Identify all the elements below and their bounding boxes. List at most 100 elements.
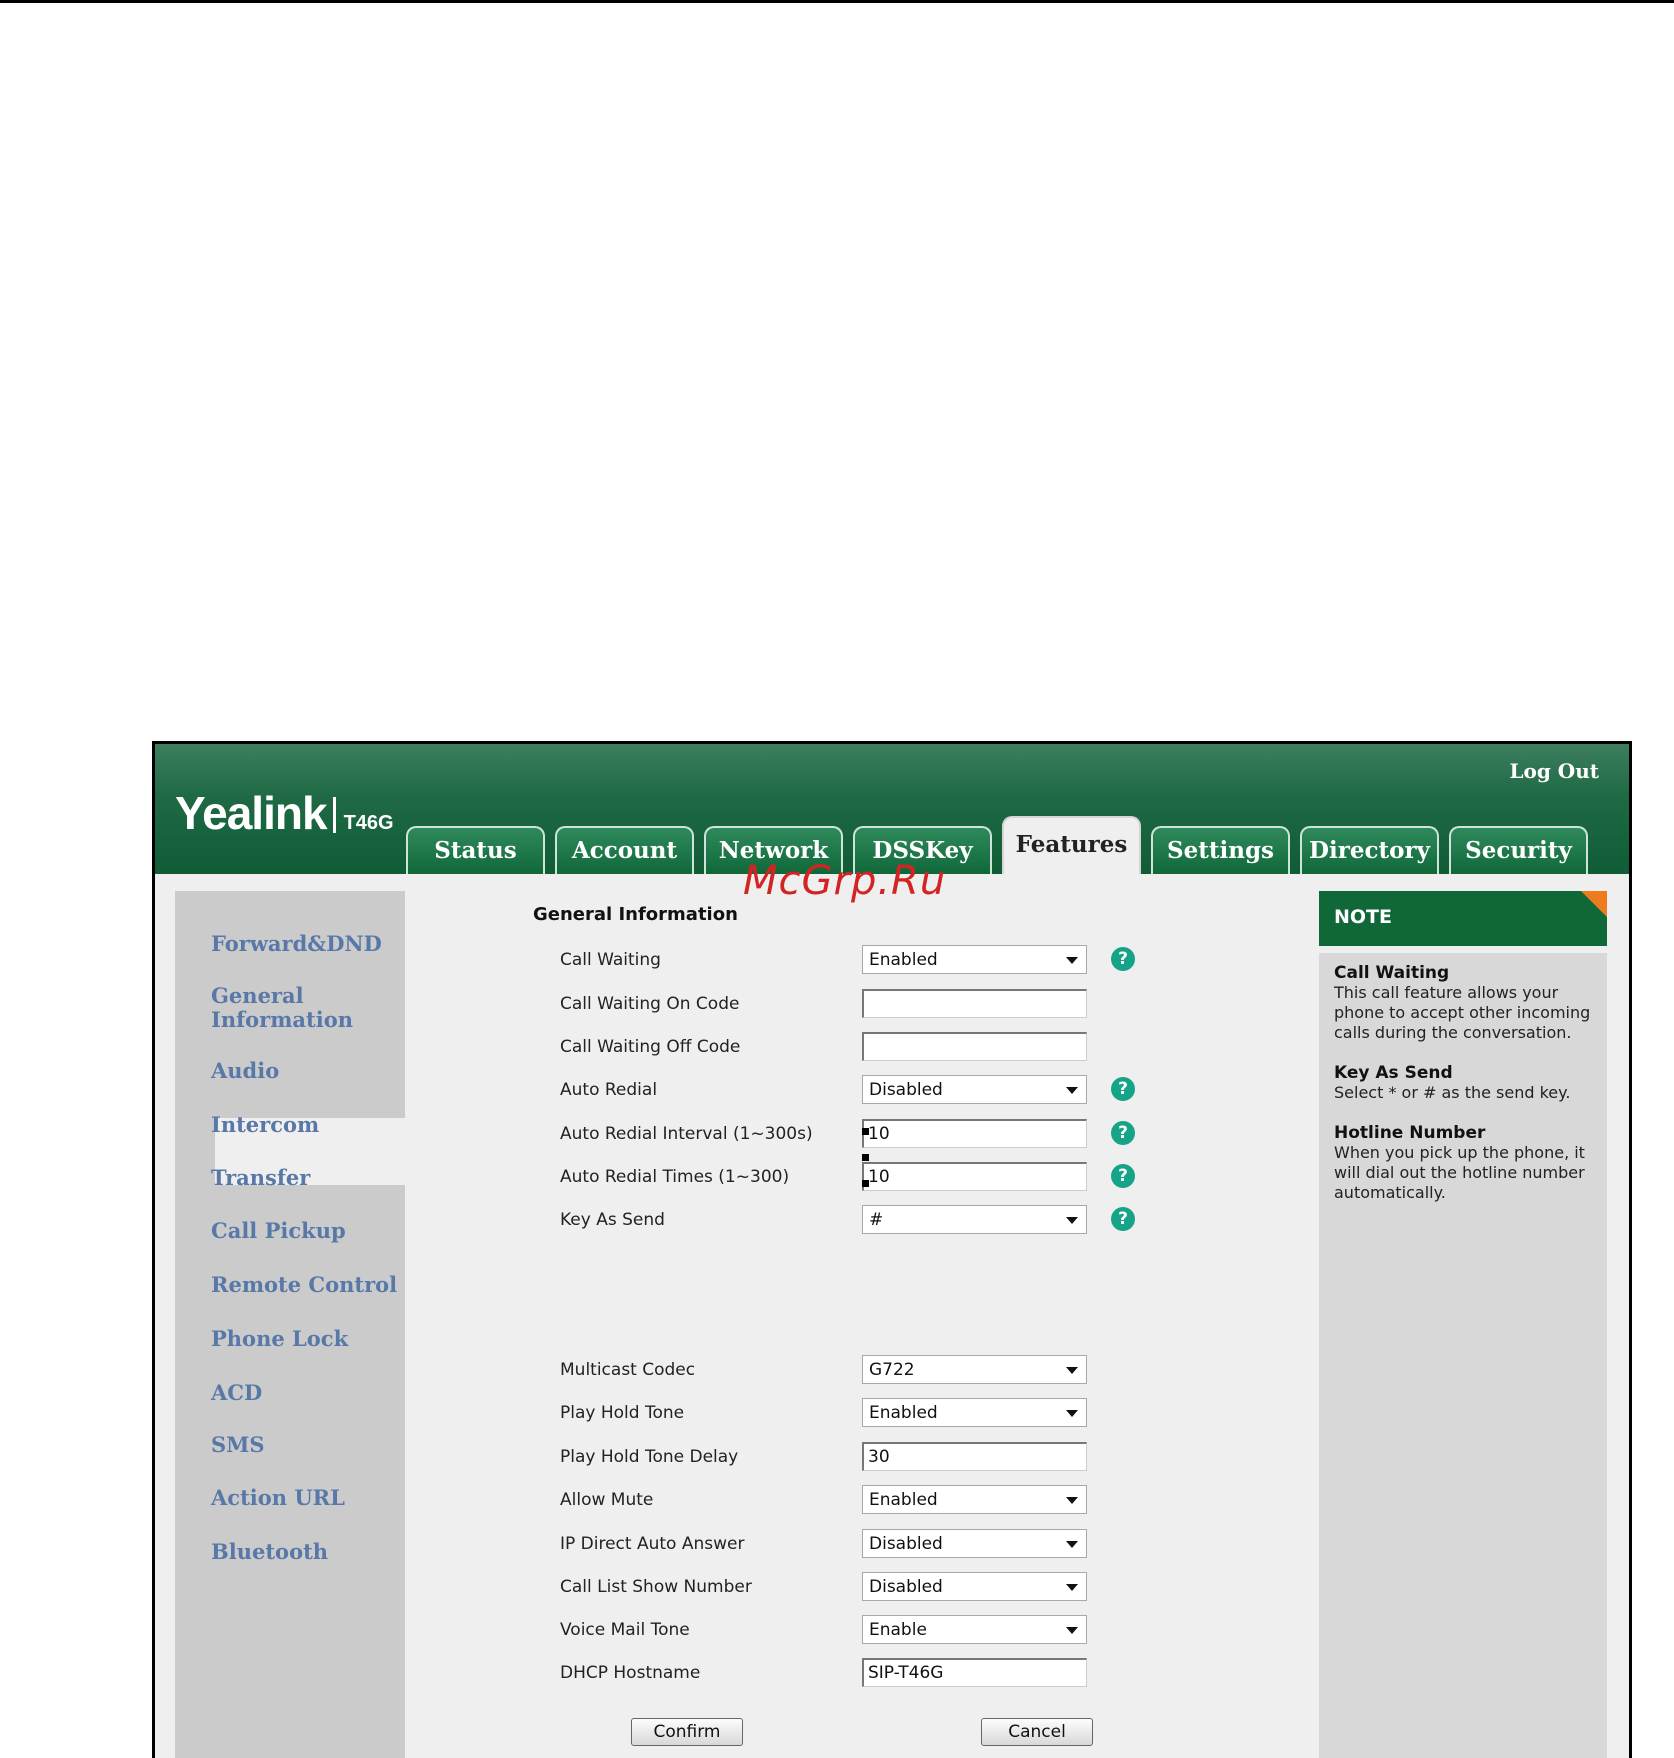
sidebar-item-general-information[interactable]: General Information bbox=[211, 984, 371, 1032]
ellipsis-dot bbox=[862, 1180, 869, 1187]
tab-directory[interactable]: Directory bbox=[1300, 826, 1439, 874]
watermark: McGrp.Ru bbox=[743, 858, 947, 904]
ip-direct-auto-answer-select[interactable]: Disabled bbox=[862, 1529, 1087, 1558]
tab-status[interactable]: Status bbox=[406, 826, 545, 874]
note-body: Call Waiting This call feature allows you… bbox=[1319, 953, 1607, 1758]
note-corner-icon bbox=[1581, 891, 1607, 917]
note-text: Select * or # as the send key. bbox=[1334, 1083, 1571, 1102]
note-heading: Call Waiting bbox=[1334, 963, 1450, 983]
yealink-logo: Yealink T46G bbox=[175, 786, 394, 840]
dropdown-arrow-icon bbox=[1066, 1217, 1078, 1224]
call-waiting-select[interactable]: Enabled bbox=[862, 945, 1087, 974]
multicast-codec-select[interactable]: G722 bbox=[862, 1355, 1087, 1384]
help-icon[interactable]: ? bbox=[1111, 1207, 1135, 1231]
note-text: This call feature allows your phone to a… bbox=[1334, 983, 1591, 1042]
note-header: NOTE bbox=[1319, 891, 1607, 946]
play-hold-tone-select[interactable]: Enabled bbox=[862, 1398, 1087, 1427]
ip-direct-auto-answer-label: IP Direct Auto Answer bbox=[560, 1534, 745, 1554]
sidebar-item-acd[interactable]: ACD bbox=[211, 1380, 262, 1405]
call-list-show-number-label: Call List Show Number bbox=[560, 1577, 752, 1597]
sidebar-item-sms[interactable]: SMS bbox=[211, 1432, 265, 1457]
confirm-button[interactable]: Confirm bbox=[631, 1718, 743, 1746]
play-hold-tone-delay-input[interactable]: 30 bbox=[862, 1442, 1087, 1471]
logo-brand: Yealink bbox=[175, 787, 328, 839]
dropdown-arrow-icon bbox=[1066, 1584, 1078, 1591]
call-list-show-number-value: Disabled bbox=[869, 1577, 943, 1597]
play-hold-tone-delay-label: Play Hold Tone Delay bbox=[560, 1447, 739, 1467]
logout-link[interactable]: Log Out bbox=[1509, 759, 1599, 783]
dropdown-arrow-icon bbox=[1066, 957, 1078, 964]
auto-redial-times-1-300-label: Auto Redial Times (1~300) bbox=[560, 1167, 790, 1187]
allow-mute-value: Enabled bbox=[869, 1490, 938, 1510]
note-entry: Call Waiting This call feature allows you… bbox=[1334, 963, 1599, 1043]
help-icon[interactable]: ? bbox=[1111, 1077, 1135, 1101]
auto-redial-label: Auto Redial bbox=[560, 1080, 658, 1100]
call-waiting-label: Call Waiting bbox=[560, 950, 661, 970]
tab-security[interactable]: Security bbox=[1449, 826, 1588, 874]
key-as-send-label: Key As Send bbox=[560, 1210, 665, 1230]
sidebar-item-call-pickup[interactable]: Call Pickup bbox=[211, 1218, 346, 1243]
dropdown-arrow-icon bbox=[1066, 1627, 1078, 1634]
voice-mail-tone-select[interactable]: Enable bbox=[862, 1615, 1087, 1644]
note-panel: NOTE Call Waiting This call feature allow… bbox=[1319, 891, 1607, 1758]
call-list-show-number-select[interactable]: Disabled bbox=[862, 1572, 1087, 1601]
sidebar-item-bluetooth[interactable]: Bluetooth bbox=[211, 1539, 328, 1564]
header-bar: Yealink T46G Log Out Status Account Network… bbox=[155, 744, 1629, 874]
allow-mute-label: Allow Mute bbox=[560, 1490, 654, 1510]
logo-model: T46G bbox=[343, 812, 394, 834]
ip-direct-auto-answer-value: Disabled bbox=[869, 1534, 943, 1554]
call-waiting-off-code-label: Call Waiting Off Code bbox=[560, 1037, 741, 1057]
auto-redial-value: Disabled bbox=[869, 1080, 943, 1100]
sidebar-item-forward-dnd[interactable]: Forward&DND bbox=[211, 931, 382, 956]
section-title: General Information bbox=[533, 904, 738, 925]
call-waiting-value: Enabled bbox=[869, 950, 938, 970]
sidebar-item-intercom[interactable]: Intercom bbox=[211, 1112, 319, 1137]
sidebar-item-action-url[interactable]: Action URL bbox=[211, 1485, 345, 1510]
sidebar-item-audio[interactable]: Audio bbox=[211, 1058, 279, 1083]
note-entry: Hotline Number When you pick up the phone… bbox=[1334, 1123, 1599, 1203]
call-waiting-on-code-label: Call Waiting On Code bbox=[560, 994, 740, 1014]
play-hold-tone-delay-value: 30 bbox=[868, 1447, 890, 1467]
dropdown-arrow-icon bbox=[1066, 1541, 1078, 1548]
auto-redial-interval-1-300s-input[interactable]: 10 bbox=[862, 1119, 1087, 1148]
dropdown-arrow-icon bbox=[1066, 1367, 1078, 1374]
sidebar-item-phone-lock[interactable]: Phone Lock bbox=[211, 1326, 348, 1351]
multicast-codec-value: G722 bbox=[869, 1360, 915, 1380]
tab-settings[interactable]: Settings bbox=[1151, 826, 1290, 874]
call-waiting-on-code-input[interactable] bbox=[862, 989, 1087, 1018]
dhcp-hostname-label: DHCP Hostname bbox=[560, 1663, 701, 1683]
help-icon[interactable]: ? bbox=[1111, 1164, 1135, 1188]
dropdown-arrow-icon bbox=[1066, 1087, 1078, 1094]
auto-redial-interval-1-300s-value: 10 bbox=[868, 1124, 890, 1144]
ellipsis-dot bbox=[862, 1154, 869, 1161]
multicast-codec-label: Multicast Codec bbox=[560, 1360, 696, 1380]
auto-redial-times-1-300-value: 10 bbox=[868, 1167, 890, 1187]
auto-redial-interval-1-300s-label: Auto Redial Interval (1~300s) bbox=[560, 1124, 813, 1144]
key-as-send-select[interactable]: # bbox=[862, 1205, 1087, 1234]
voice-mail-tone-label: Voice Mail Tone bbox=[560, 1620, 690, 1640]
voice-mail-tone-value: Enable bbox=[869, 1620, 927, 1640]
key-as-send-value: # bbox=[869, 1210, 884, 1230]
help-icon[interactable]: ? bbox=[1111, 1121, 1135, 1145]
dhcp-hostname-input[interactable]: SIP-T46G bbox=[862, 1658, 1087, 1687]
note-title: NOTE bbox=[1334, 906, 1392, 928]
auto-redial-times-1-300-input[interactable]: 10 bbox=[862, 1162, 1087, 1191]
tab-account[interactable]: Account bbox=[555, 826, 694, 874]
note-text: When you pick up the phone, it will dial… bbox=[1334, 1143, 1585, 1202]
note-heading: Hotline Number bbox=[1334, 1123, 1486, 1143]
auto-redial-select[interactable]: Disabled bbox=[862, 1075, 1087, 1104]
sidebar-item-transfer[interactable]: Transfer bbox=[211, 1165, 310, 1190]
sidebar-item-remote-control[interactable]: Remote Control bbox=[211, 1272, 397, 1297]
dropdown-arrow-icon bbox=[1066, 1410, 1078, 1417]
tab-features[interactable]: Features bbox=[1002, 816, 1141, 874]
sidebar: Forward&DND General Information Audio Inter… bbox=[175, 891, 437, 1758]
ellipsis-dot bbox=[862, 1128, 869, 1135]
top-rule bbox=[0, 0, 1674, 3]
cancel-button[interactable]: Cancel bbox=[981, 1718, 1093, 1746]
dropdown-arrow-icon bbox=[1066, 1497, 1078, 1504]
help-icon[interactable]: ? bbox=[1111, 947, 1135, 971]
dhcp-hostname-value: SIP-T46G bbox=[868, 1663, 944, 1683]
play-hold-tone-label: Play Hold Tone bbox=[560, 1403, 685, 1423]
allow-mute-select[interactable]: Enabled bbox=[862, 1485, 1087, 1514]
call-waiting-off-code-input[interactable] bbox=[862, 1032, 1087, 1061]
